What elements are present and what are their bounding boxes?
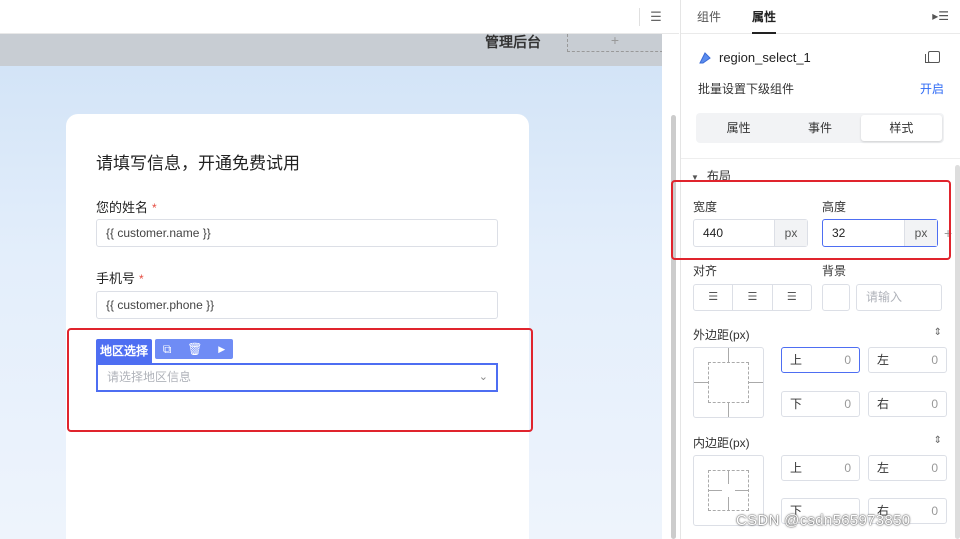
highlight-box (671, 180, 951, 260)
background-color-swatch[interactable] (822, 284, 850, 311)
list-icon[interactable]: ☰ (648, 9, 664, 25)
panel-scrollbar[interactable] (955, 165, 960, 539)
align-left-icon[interactable]: ☰ (694, 285, 734, 310)
padding-right-line (735, 490, 749, 491)
margin-box-model (693, 347, 764, 418)
expand-icon[interactable]: ⇕ (934, 327, 942, 338)
required-mark: * (152, 201, 157, 215)
align-label: 对齐 (693, 264, 718, 278)
padding-left-input[interactable]: 左0 (868, 455, 947, 481)
margin-left-input[interactable]: 左0 (868, 347, 947, 373)
name-input[interactable]: {{ customer.name }} (96, 219, 498, 247)
margin-inner-box (708, 362, 749, 403)
admin-label: 管理后台 (485, 34, 541, 50)
divider (639, 8, 640, 26)
align-buttons: ☰ ☰ ☰ (693, 284, 812, 311)
align-center-icon[interactable]: ☰ (733, 285, 773, 310)
component-name: region_select_1 (719, 50, 811, 65)
editor-canvas: 管理后台 + 请填写信息，开通免费试用 您的姓名 * {{ customer.na… (0, 0, 662, 539)
align-right-icon[interactable]: ☰ (773, 285, 811, 310)
margin-bottom-input[interactable]: 下0 (781, 391, 860, 417)
margin-left-line (694, 382, 708, 383)
padding-left-line (708, 490, 722, 491)
collapse-panel-icon[interactable]: ▸☰ (932, 9, 949, 23)
padding-top-line (728, 470, 729, 484)
watermark: CSDN @csdn565973850 (736, 512, 911, 529)
panel-tabs: 组件 属性 ▸☰ (681, 0, 960, 34)
margin-right-input[interactable]: 右0 (868, 391, 947, 417)
name-label: 您的姓名 * (96, 200, 157, 215)
form-card: 请填写信息，开通免费试用 您的姓名 * {{ customer.name }} 手… (66, 114, 529, 539)
tab-components[interactable]: 组件 (697, 0, 721, 34)
padding-top-input[interactable]: 上0 (781, 455, 860, 481)
copy-icon[interactable] (925, 51, 940, 63)
tab-properties[interactable]: 属性 (752, 0, 777, 34)
add-nav-placeholder[interactable]: + (567, 33, 662, 52)
margin-label: 外边距(px) (693, 328, 750, 342)
canvas-toolbar: ☰ (0, 0, 679, 34)
padding-bottom-line (728, 497, 729, 511)
margin-right-line (749, 382, 763, 383)
component-icon (699, 52, 711, 64)
properties-panel: 组件 属性 ▸☰ region_select_1 批量设置下级组件 开启 属性 … (671, 0, 960, 539)
segment-styles[interactable]: 样式 (860, 115, 942, 141)
highlight-box (67, 328, 533, 432)
header-strip (0, 34, 662, 66)
divider (681, 158, 960, 159)
background-label: 背景 (822, 264, 847, 278)
batch-label: 批量设置下级组件 (698, 82, 795, 96)
expand-icon[interactable]: ⇕ (934, 435, 942, 446)
segment-events[interactable]: 事件 (779, 115, 860, 141)
segment-control: 属性 事件 样式 (696, 113, 944, 143)
required-mark: * (139, 272, 144, 286)
phone-label: 手机号 * (96, 271, 144, 286)
batch-enable-link[interactable]: 开启 (920, 80, 944, 97)
margin-bottom-line (728, 403, 729, 417)
segment-properties[interactable]: 属性 (698, 115, 779, 141)
canvas-scrollbar[interactable] (671, 115, 676, 539)
margin-top-input[interactable]: 上0 (781, 347, 860, 373)
padding-label: 内边距(px) (693, 436, 750, 450)
phone-input[interactable]: {{ customer.phone }} (96, 291, 498, 319)
background-input[interactable]: 请输入 (856, 284, 942, 311)
form-title: 请填写信息，开通免费试用 (96, 154, 300, 173)
margin-top-line (728, 348, 729, 362)
